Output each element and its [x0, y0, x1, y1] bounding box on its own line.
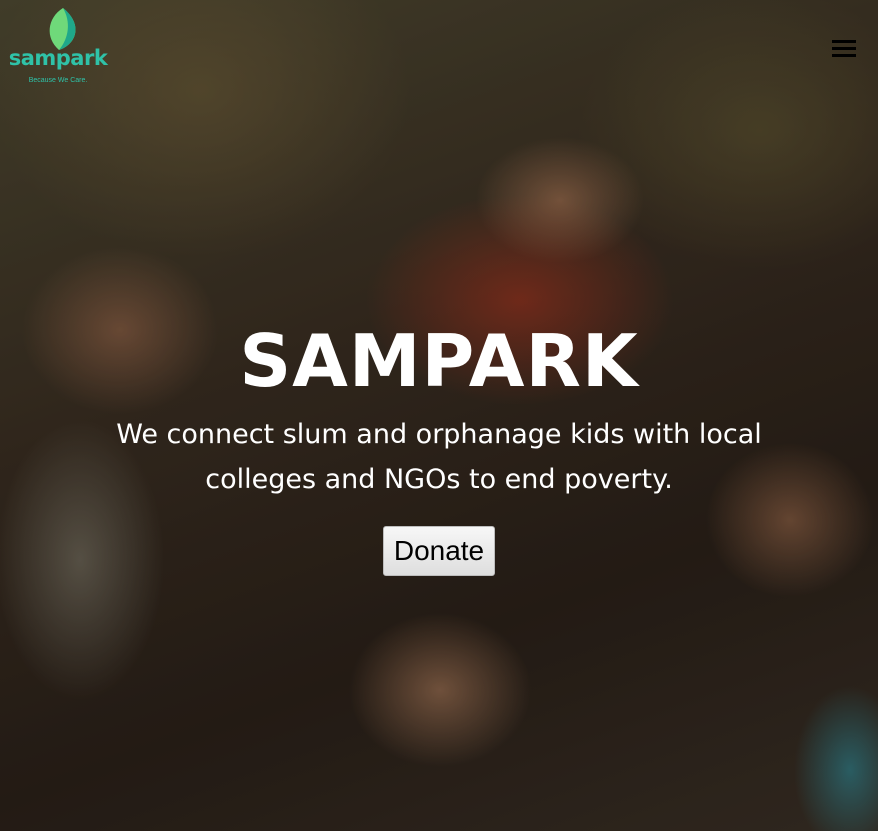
hero-title: SAMPARK — [239, 319, 639, 403]
menu-bar — [832, 47, 856, 50]
hero-section: sampark Because We Care. SAMPARK We conn… — [0, 0, 878, 831]
hero-content: SAMPARK We connect slum and orphanage ki… — [0, 318, 878, 576]
logo-wordmark: sampark — [8, 46, 108, 70]
menu-bar — [832, 40, 856, 43]
menu-bar — [832, 54, 856, 57]
sampark-logo[interactable]: sampark Because We Care. — [6, 6, 110, 88]
hero-subtitle: We connect slum and orphanage kids with … — [116, 419, 762, 495]
donate-button[interactable]: Donate — [382, 526, 496, 576]
logo-tagline: Because We Care. — [28, 77, 88, 84]
hamburger-menu-icon[interactable] — [832, 38, 856, 58]
